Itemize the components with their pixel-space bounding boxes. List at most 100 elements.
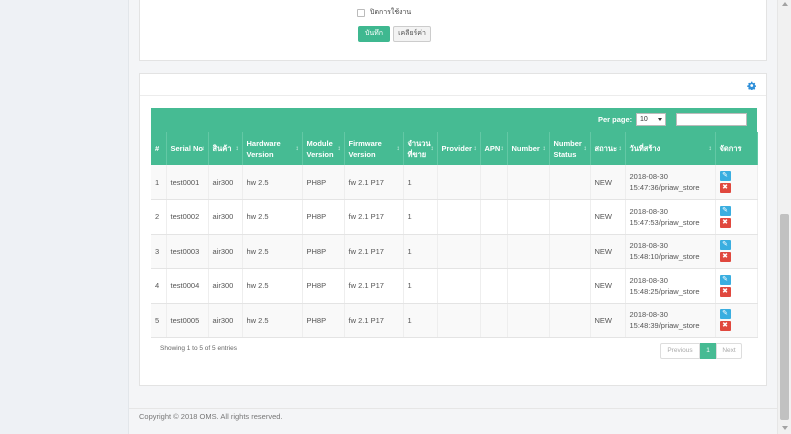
cell-number-status [549,234,591,269]
cell-created-date: 2018-08-30 15:48:10/priaw_store [625,234,716,269]
cell-number [507,234,550,269]
sort-icon[interactable]: ↕ [619,146,622,152]
cell-apn [480,165,508,200]
cell-quantity: 1 [403,234,438,269]
cell-serial-no: test0003 [166,234,209,269]
column-label: Provider [441,144,472,153]
sort-icon[interactable]: ↕ [338,146,341,152]
cell-module-version: PH8P [302,268,345,304]
col-number-field[interactable]: Number ↕ [507,132,550,165]
cell-module-version: PH8P [302,303,345,338]
cell-number-status [549,165,591,200]
per-page-label: Per page: [598,115,633,124]
sort-icon[interactable]: ↕ [584,146,587,152]
save-button[interactable]: บันทึก [358,26,390,42]
column-label: Serial No [170,144,204,153]
gear-icon[interactable] [747,81,757,91]
scroll-down-icon[interactable] [782,426,788,430]
scrollbar-thumb[interactable] [780,214,789,420]
table-row: 1 test0001 air300 hw 2.5 PH8P fw 2.1 P17 1 NEW 2… [151,165,758,200]
cell-number: 4 [151,268,167,304]
table-info: Showing 1 to 5 of 5 entries [160,345,237,352]
cell-number-status [549,303,591,338]
clear-button[interactable]: เคลียร์ค่า [393,26,431,42]
edit-icon[interactable]: ✎ [719,205,731,216]
close-icon[interactable]: ✖ [719,217,731,228]
column-label: Firmware Version [348,138,382,159]
cell-firmware-version: fw 2.1 P17 [344,199,404,235]
table-row: 5 test0005 air300 hw 2.5 PH8P fw 2.1 P17 1 NEW 2… [151,303,758,338]
close-icon[interactable]: ✖ [719,252,731,263]
settings-form-panel: ปิดการใช้งาน บันทึก เคลียร์ค่า [139,0,767,61]
col-product[interactable]: สินค้า ↕ [208,132,243,165]
device-list-panel: Per page: 10 # Serial No ↕ สินค้า ↕ Hardware … [139,73,767,386]
sort-icon[interactable]: ↕ [397,146,400,152]
cell-serial-no: test0005 [166,303,209,338]
cell-provider [437,303,481,338]
pagination-next[interactable]: Next [716,343,742,359]
col-quantity[interactable]: จำนวนที่ขาย ↕ [403,132,438,165]
device-table: # Serial No ↕ สินค้า ↕ Hardware Version ↕ Modul… [151,132,758,338]
sort-icon[interactable]: ↕ [236,146,239,152]
sort-icon[interactable]: ↕ [474,146,477,152]
cell-number [507,303,550,338]
column-label: Hardware Version [246,138,281,159]
cell-actions: ✎ ✖ [715,199,758,235]
cell-number [507,199,550,235]
col-number-status[interactable]: Number Status ↕ [549,132,591,165]
cell-created-date: 2018-08-30 15:47:53/priaw_store [625,199,716,235]
cell-number-status [549,268,591,304]
col-serial-no[interactable]: Serial No ↕ [166,132,209,165]
cell-hardware-version: hw 2.5 [242,268,303,304]
pagination: Previous 1 Next [660,343,742,359]
disable-checkbox-label: ปิดการใช้งาน [370,9,412,16]
sort-icon[interactable]: ↕ [709,146,712,152]
vertical-scrollbar[interactable] [777,0,791,434]
table-header-row: # Serial No ↕ สินค้า ↕ Hardware Version ↕ Modul… [151,132,758,165]
col-firmware-version[interactable]: Firmware Version ↕ [344,132,404,165]
edit-icon[interactable]: ✎ [719,240,731,251]
col-status[interactable]: สถานะ ↕ [590,132,626,165]
table-toolbar: Per page: 10 [151,108,757,132]
main-content: ปิดการใช้งาน บันทึก เคลียร์ค่า Per page:… [129,0,777,434]
pagination-previous[interactable]: Previous [660,343,700,359]
sort-icon[interactable]: ↕ [431,146,434,152]
close-icon[interactable]: ✖ [719,183,731,193]
disable-checkbox[interactable] [357,8,365,17]
cell-provider [437,268,481,304]
close-icon[interactable]: ✖ [719,321,731,332]
cell-status: NEW [590,303,626,338]
cell-number: 2 [151,199,167,235]
sort-icon[interactable]: ↕ [501,146,504,152]
scroll-up-icon[interactable] [782,2,788,6]
cell-module-version: PH8P [302,234,345,269]
per-page-select[interactable]: 10 [636,113,666,126]
edit-icon[interactable]: ✎ [719,309,731,320]
col-apn[interactable]: APN ↕ [480,132,508,165]
column-label: สินค้า [212,144,232,153]
cell-status: NEW [590,234,626,269]
col-created-date[interactable]: วันที่สร้าง ↕ [625,132,716,165]
disable-checkbox-row[interactable]: ปิดการใช้งาน [357,7,411,18]
column-label: APN [484,144,501,153]
sort-icon[interactable]: ↕ [296,146,299,152]
close-icon[interactable]: ✖ [719,286,731,297]
cell-apn [480,234,508,269]
cell-status: NEW [590,268,626,304]
edit-icon[interactable]: ✎ [719,274,731,285]
cell-status: NEW [590,199,626,235]
table-search-input[interactable] [676,113,747,126]
col-module-version[interactable]: Module Version ↕ [302,132,345,165]
col-hardware-version[interactable]: Hardware Version ↕ [242,132,303,165]
sort-icon[interactable]: ↕ [543,146,546,152]
edit-icon[interactable]: ✎ [719,171,731,181]
cell-number: 3 [151,234,167,269]
cell-firmware-version: fw 2.1 P17 [344,165,404,200]
table-row: 2 test0002 air300 hw 2.5 PH8P fw 2.1 P17 1 NEW 2… [151,199,758,235]
pagination-page-1[interactable]: 1 [700,343,716,359]
cell-number: 5 [151,303,167,338]
table-row: 4 test0004 air300 hw 2.5 PH8P fw 2.1 P17 1 NEW 2… [151,268,758,304]
cell-hardware-version: hw 2.5 [242,234,303,269]
sort-icon[interactable]: ↕ [202,146,205,152]
col-provider[interactable]: Provider ↕ [437,132,481,165]
